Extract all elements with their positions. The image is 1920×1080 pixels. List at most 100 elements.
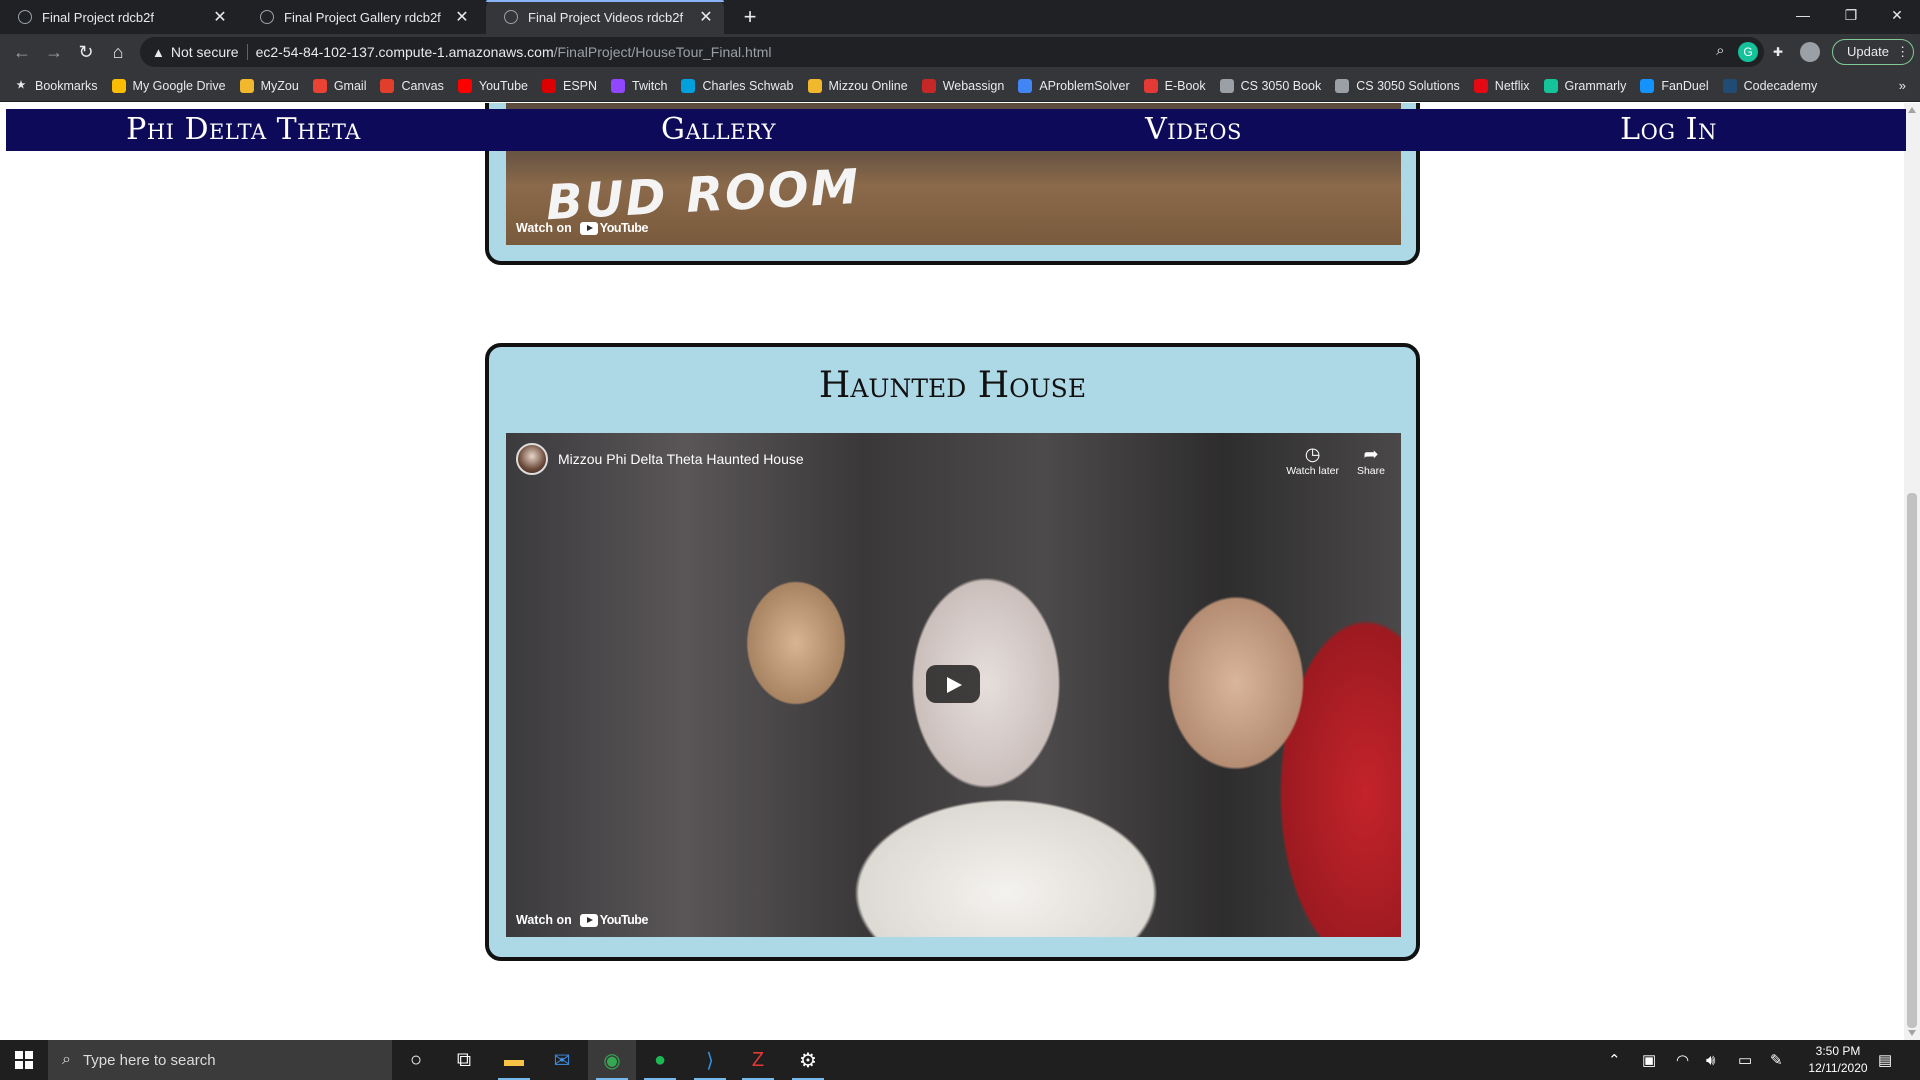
bookmark-item[interactable]: E-Book (1143, 78, 1206, 93)
battery-icon[interactable]: ▭ (1738, 1040, 1752, 1080)
bookmark-item[interactable]: CS 3050 Book (1219, 78, 1321, 93)
profile-avatar[interactable] (1800, 42, 1820, 62)
notifications-icon[interactable]: ▤ (1878, 1040, 1892, 1080)
start-button[interactable] (0, 1040, 48, 1080)
video-header[interactable]: Mizzou Phi Delta Theta Haunted House (516, 443, 804, 475)
site-navbar: Phi Delta Theta Gallery Videos Log In (6, 109, 1906, 151)
grammarly-icon (1543, 78, 1558, 93)
nav-videos-link[interactable]: Videos (956, 109, 1431, 151)
video-actions: ◷ Watch later ➦ Share (1286, 443, 1385, 477)
globe-icon (18, 10, 32, 24)
forward-arrow-icon[interactable]: → (42, 40, 66, 64)
bookmark-item[interactable]: MyZou (239, 78, 299, 93)
watch-on-youtube-link[interactable]: Watch on YouTube (516, 913, 648, 927)
mizzou-icon (807, 78, 822, 93)
mail-icon[interactable]: ✉ (538, 1040, 586, 1080)
bookmark-item[interactable]: ★ Bookmarks (14, 79, 98, 93)
browser-tab[interactable]: Final Project rdcb2f ✕ (0, 0, 238, 34)
share-button[interactable]: ➦ Share (1357, 443, 1385, 477)
browser-tab-active[interactable]: Final Project Videos rdcb2f ✕ (486, 0, 724, 34)
scroll-up-arrow-icon[interactable] (1908, 107, 1916, 113)
bookmark-item[interactable]: Mizzou Online (807, 78, 908, 93)
task-view-icon[interactable]: ⧉ (440, 1040, 488, 1080)
scroll-thumb[interactable] (1907, 493, 1917, 1028)
extensions-puzzle-icon[interactable]: ✚ (1768, 42, 1788, 62)
update-button[interactable]: Update ⋮ (1832, 39, 1914, 65)
file-explorer-icon[interactable]: ▬ (490, 1040, 538, 1080)
bookmark-item[interactable]: CS 3050 Solutions (1335, 78, 1460, 93)
bookmark-item[interactable]: Twitch (611, 78, 667, 93)
bookmark-label: Netflix (1494, 78, 1530, 93)
close-icon[interactable]: ✕ (212, 7, 228, 27)
bookmark-item[interactable]: My Google Drive (111, 78, 226, 93)
nav-gallery-link[interactable]: Gallery (481, 109, 956, 151)
warning-icon[interactable]: ▲ (152, 45, 165, 60)
close-icon[interactable]: ✕ (698, 7, 714, 27)
drive-icon (111, 78, 126, 93)
browser-tab-strip: Final Project rdcb2f ✕ Final Project Gal… (0, 0, 1920, 34)
espn-icon (542, 78, 556, 93)
security-label[interactable]: Not secure (171, 44, 239, 60)
video-title[interactable]: Mizzou Phi Delta Theta Haunted House (558, 451, 804, 467)
zoom-search-icon[interactable]: ⌕ (1716, 42, 1724, 60)
cortana-icon[interactable]: ○ (392, 1040, 440, 1080)
play-button[interactable] (926, 665, 980, 703)
bookmark-item[interactable]: Charles Schwab (681, 78, 794, 93)
webassign-icon (921, 78, 936, 93)
bookmarks-overflow-icon[interactable]: » (1899, 78, 1906, 93)
watch-later-label: Watch later (1286, 465, 1339, 477)
taskbar-search[interactable]: ⌕ Type here to search (48, 1040, 392, 1080)
home-icon[interactable]: ⌂ (106, 40, 130, 64)
close-icon[interactable]: ✕ (454, 7, 470, 27)
browser-tab[interactable]: Final Project Gallery rdcb2f ✕ (242, 0, 480, 34)
nav-login-link[interactable]: Log In (1431, 109, 1906, 151)
watch-on-youtube-link[interactable]: Watch on YouTube (516, 221, 648, 235)
volume-icon[interactable]: 🔊︎ (1706, 1040, 1715, 1080)
bookmark-item[interactable]: Canvas (380, 78, 444, 93)
bookmark-item[interactable]: Netflix (1473, 78, 1530, 93)
taskbar-clock[interactable]: 3:50 PM 12/11/2020 (1798, 1043, 1878, 1077)
spotify-icon[interactable]: ● (636, 1040, 684, 1080)
tray-chevron-icon[interactable]: ⌃ (1608, 1040, 1621, 1080)
update-label: Update (1847, 44, 1889, 59)
channel-avatar[interactable] (516, 443, 548, 475)
url-host: ec2-54-84-102-137.compute-1.amazonaws.co… (255, 44, 554, 60)
grammarly-extension-icon[interactable]: G (1738, 42, 1758, 62)
bookmark-item[interactable]: AProblemSolver (1018, 78, 1130, 93)
bookmark-item[interactable]: Grammarly (1543, 78, 1626, 93)
bookmark-item[interactable]: FanDuel (1640, 78, 1709, 93)
reload-icon[interactable]: ↻ (74, 40, 98, 64)
bookmark-item[interactable]: Codecademy (1722, 78, 1817, 93)
bookmark-label: Gmail (333, 78, 367, 93)
address-bar[interactable]: ▲ Not secure ec2-54-84-102-137.compute-1… (140, 37, 1764, 67)
page-scrollbar[interactable] (1904, 103, 1920, 1040)
watch-later-button[interactable]: ◷ Watch later (1286, 443, 1339, 477)
security-tray-icon[interactable]: ▣ (1642, 1040, 1656, 1080)
pen-icon[interactable]: ✎ (1770, 1040, 1783, 1080)
vscode-icon[interactable]: ⟩ (686, 1040, 734, 1080)
bookmark-label: Canvas (401, 78, 444, 93)
youtube-embed[interactable]: Mizzou Phi Delta Theta Haunted House ◷ W… (506, 433, 1401, 937)
restore-button[interactable]: ❐ (1828, 0, 1874, 30)
divider (246, 44, 248, 60)
back-arrow-icon[interactable]: ← (10, 40, 34, 64)
bookmark-item[interactable]: Gmail (312, 78, 367, 93)
globe-icon (1219, 78, 1234, 93)
chrome-icon[interactable]: ◉ (588, 1040, 636, 1080)
wifi-icon[interactable]: ◠ (1676, 1040, 1689, 1080)
youtube-logo-icon: YouTube (579, 221, 648, 235)
bookmark-item[interactable]: YouTube (457, 78, 528, 93)
close-window-button[interactable]: ✕ (1874, 0, 1920, 30)
bookmark-item[interactable]: ESPN (542, 78, 597, 93)
bookmark-item[interactable]: Webassign (921, 78, 1004, 93)
canvas-icon (380, 78, 395, 93)
filezilla-icon[interactable]: Z (734, 1040, 782, 1080)
bookmark-label: FanDuel (1661, 78, 1709, 93)
scroll-down-arrow-icon[interactable] (1908, 1030, 1916, 1036)
clock-time: 3:50 PM (1815, 1044, 1861, 1058)
minimize-button[interactable]: — (1780, 0, 1826, 30)
new-tab-button[interactable]: + (737, 4, 763, 30)
settings-icon[interactable]: ⚙ (784, 1040, 832, 1080)
nav-home-link[interactable]: Phi Delta Theta (6, 109, 481, 151)
youtube-icon (457, 78, 472, 93)
